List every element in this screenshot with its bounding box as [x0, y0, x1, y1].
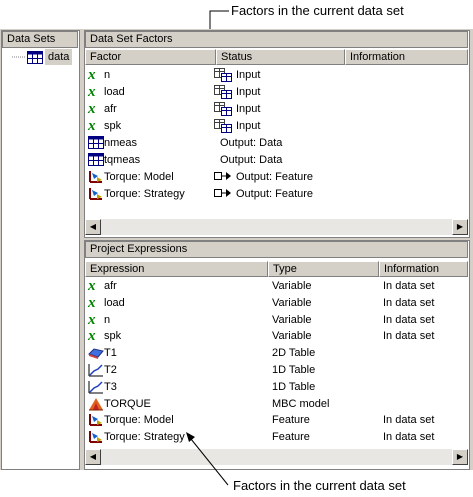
- x-variable-icon: x: [88, 328, 96, 345]
- x-variable-icon: x: [88, 311, 96, 328]
- expression-type: Variable: [272, 296, 312, 309]
- expression-name: load: [104, 296, 125, 309]
- factor-name: nmeas: [104, 137, 138, 149]
- expression-type: Variable: [272, 280, 312, 292]
- factor-name: Torque: Strategy: [104, 188, 185, 200]
- scroll-left-icon[interactable]: ◀: [85, 449, 101, 465]
- expression-info: In data set: [383, 280, 435, 292]
- factor-status: Input: [236, 120, 261, 132]
- expressions-col-expression[interactable]: Expression: [85, 261, 268, 277]
- factor-name: load: [104, 86, 125, 98]
- expression-info: In data set: [383, 296, 435, 309]
- expression-type: 2D Table: [272, 347, 316, 360]
- factors-col-factor[interactable]: Factor: [85, 49, 216, 65]
- expressions-header: Project Expressions: [85, 241, 468, 258]
- expressions-hscrollbar[interactable]: ◀ ▶: [85, 449, 468, 465]
- factors-col-status[interactable]: Status: [216, 49, 345, 65]
- expression-name: n: [104, 313, 111, 326]
- factors-header: Data Set Factors: [85, 31, 468, 48]
- table-row[interactable]: [85, 67, 465, 83]
- expression-name: Torque: Model: [104, 414, 174, 427]
- x-variable-icon: x: [88, 278, 96, 294]
- x-variable-icon: x: [88, 294, 96, 311]
- factor-name: Torque: Model: [104, 171, 174, 183]
- expression-info: In data set: [383, 313, 435, 326]
- expression-type: MBC model: [272, 397, 330, 410]
- x-variable-icon: x: [88, 84, 96, 100]
- dataset-item-data[interactable]: data: [45, 49, 73, 65]
- expression-name: afr: [104, 280, 117, 292]
- table-row[interactable]: [85, 84, 465, 100]
- top-annotation: Factors in the current data set: [231, 3, 404, 18]
- expression-info: In data set: [383, 414, 435, 427]
- factor-name: spk: [104, 120, 122, 132]
- factor-name: n: [104, 69, 111, 81]
- x-variable-icon: x: [88, 67, 96, 83]
- model-icon: [88, 413, 102, 427]
- table-row[interactable]: [85, 118, 465, 134]
- x-variable-icon: x: [88, 101, 96, 117]
- input-icon: [214, 119, 232, 133]
- expression-type: 1D Table: [272, 380, 316, 393]
- factor-status: Output: Data: [220, 154, 283, 166]
- datasets-pane: [1, 30, 80, 470]
- expression-info: In data set: [383, 431, 435, 444]
- factor-status: Output: Feature: [236, 171, 314, 183]
- factor-status: Input: [236, 69, 261, 81]
- 1d-table-icon: [88, 380, 103, 394]
- expressions-col-type[interactable]: Type: [268, 261, 379, 277]
- factors-hscrollbar[interactable]: ◀ ▶: [85, 219, 468, 235]
- input-icon: [214, 85, 232, 99]
- expression-name: TORQUE: [104, 397, 151, 410]
- expression-type: Variable: [272, 313, 312, 326]
- table-icon: [88, 136, 104, 149]
- scroll-left-icon[interactable]: ◀: [85, 219, 101, 235]
- expressions-col-information[interactable]: Information: [379, 261, 468, 277]
- 2d-table-icon: [88, 346, 104, 360]
- expression-type: 1D Table: [272, 364, 316, 376]
- input-icon: [214, 68, 232, 82]
- expression-type: Feature: [272, 431, 310, 444]
- expression-type: Feature: [272, 414, 310, 427]
- expression-type: Variable: [272, 330, 312, 343]
- feature-icon: [214, 187, 232, 200]
- factor-name: tqmeas: [104, 154, 141, 166]
- x-variable-icon: x: [88, 118, 96, 134]
- tree-connector: [12, 56, 26, 58]
- bottom-annotation: Factors in the current data set: [233, 478, 406, 493]
- 1d-table-icon: [88, 363, 103, 377]
- expression-name: T2: [104, 364, 117, 376]
- model-icon: [88, 170, 102, 183]
- scroll-right-icon[interactable]: ▶: [452, 449, 468, 465]
- input-icon: [214, 102, 232, 116]
- mbc-model-icon: [88, 397, 103, 411]
- expression-name: T3: [104, 380, 117, 393]
- bottom-callout-arrow: [186, 432, 229, 486]
- expression-name: spk: [104, 330, 122, 343]
- table-icon: [88, 153, 104, 166]
- expression-name: Torque: Strategy: [104, 431, 185, 444]
- expression-name: T1: [104, 347, 117, 360]
- expression-info: In data set: [383, 330, 435, 343]
- feature-icon: [214, 170, 232, 183]
- datasets-header: Data Sets: [2, 31, 78, 48]
- factor-status: Input: [236, 103, 261, 115]
- table-row[interactable]: [85, 101, 465, 117]
- factors-col-information[interactable]: Information: [345, 49, 468, 65]
- factor-status: Output: Data: [220, 137, 283, 149]
- factor-name: afr: [104, 103, 117, 115]
- dataset-table-icon: [27, 51, 43, 64]
- factor-status: Input: [236, 86, 261, 98]
- scroll-right-icon[interactable]: ▶: [452, 219, 468, 235]
- model-icon: [88, 430, 102, 444]
- factor-status: Output: Feature: [236, 188, 314, 200]
- model-icon: [88, 187, 102, 200]
